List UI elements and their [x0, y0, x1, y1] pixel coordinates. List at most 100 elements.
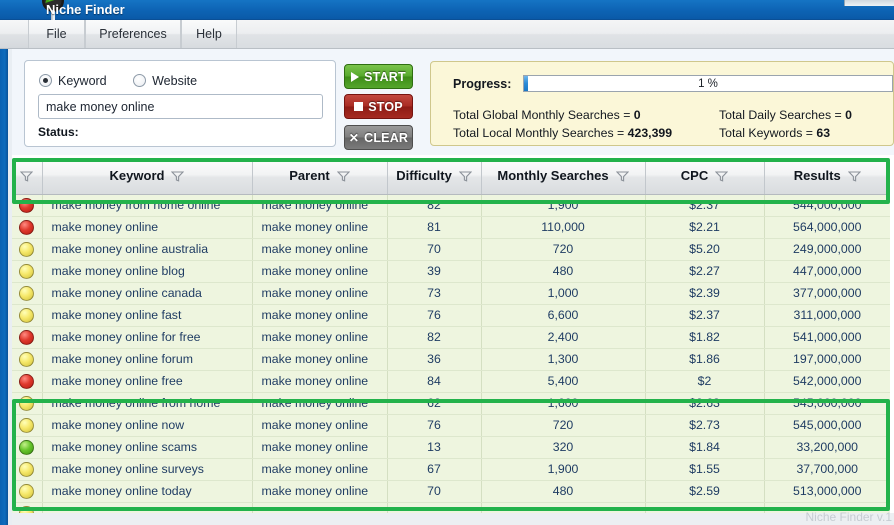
menu-item-help[interactable]: Help [181, 20, 237, 48]
difficulty-indicator-dot-icon [12, 458, 43, 481]
column-header-results[interactable]: Results [764, 158, 890, 195]
table-row[interactable]: make money from home online make money on… [12, 194, 890, 217]
dot-green-icon [19, 439, 35, 455]
cell-parent: make money online [252, 480, 388, 503]
cell-keyword: make money online blog [42, 260, 253, 283]
cell-results: 544,000,000 [764, 194, 890, 217]
start-button[interactable]: START [344, 64, 413, 89]
table-row[interactable]: make money online today make money online… [12, 480, 890, 503]
cell-results: 545,000,000 [764, 414, 890, 437]
results-table: Keyword Parent Difficulty Monthly Search… [12, 158, 890, 525]
play-icon [351, 71, 360, 82]
table-row[interactable]: make money online forum make money online… [12, 348, 890, 371]
difficulty-indicator-dot-icon [12, 348, 43, 371]
column-header-monthly-searches[interactable]: Monthly Searches [481, 158, 646, 195]
cell-cpc: $2.39 [645, 282, 765, 305]
filter-icon-cpc[interactable] [714, 170, 729, 182]
window-left-frame [0, 20, 8, 525]
cell-results: 249,000,000 [764, 238, 890, 261]
cell-cpc: $2 [645, 370, 765, 393]
menu-bar-left-pad [0, 20, 20, 48]
filter-icon-parent[interactable] [336, 170, 351, 182]
progress-bar: 1 % [523, 75, 893, 92]
column-header-parent[interactable]: Parent [252, 158, 388, 195]
cell-monthly-searches: 5,400 [481, 370, 646, 393]
table-row[interactable]: make money online australia make money on… [12, 238, 890, 261]
cell-cpc: $2.37 [645, 194, 765, 217]
cell-difficulty: 39 [387, 260, 482, 283]
stat-value-local: 423,399 [627, 126, 673, 140]
cell-results: 545,000,000 [764, 392, 890, 415]
filter-icon-indicator[interactable] [19, 170, 34, 182]
cell-difficulty: 70 [387, 238, 482, 261]
close-x-icon: ✕ [348, 130, 360, 145]
filter-icon-keyword[interactable] [171, 170, 185, 182]
cell-cpc: $1.82 [645, 326, 765, 349]
cell-results: 447,000,000 [764, 260, 890, 283]
cell-monthly-searches: 720 [481, 238, 646, 261]
search-mode-group: Keyword Website [39, 72, 219, 90]
dot-yellow-icon [19, 461, 35, 477]
cell-parent: make money online [252, 216, 388, 239]
radio-keyword[interactable]: Keyword [39, 72, 107, 90]
table-row[interactable]: make money online canada make money onlin… [12, 282, 890, 305]
dot-red-icon [19, 197, 35, 213]
table-row[interactable]: make money online for free make money onl… [12, 326, 890, 349]
column-header-indicator[interactable] [12, 158, 43, 195]
table-row[interactable]: make money online blog make money online 3… [12, 260, 890, 283]
radio-website-label: Website [152, 74, 198, 88]
table-row[interactable]: make money online from home make money on… [12, 392, 890, 415]
difficulty-indicator-dot-icon [12, 194, 43, 217]
difficulty-indicator-dot-icon [12, 260, 43, 283]
cell-keyword: make money online [42, 216, 253, 239]
cell-results: 541,000,000 [764, 326, 890, 349]
cell-difficulty: 76 [387, 414, 482, 437]
column-header-difficulty[interactable]: Difficulty [387, 158, 482, 195]
radio-website-dot-icon [133, 74, 147, 87]
stop-square-icon [354, 102, 364, 111]
table-row[interactable]: make money online fast make money online 7… [12, 304, 890, 327]
menu-item-preferences[interactable]: Preferences [85, 20, 181, 48]
table-row[interactable]: make money online make money online 81 110,… [12, 216, 890, 239]
dot-yellow-icon [19, 417, 35, 433]
radio-website[interactable]: Website [133, 72, 197, 90]
cell-difficulty: 73 [387, 282, 482, 305]
table-row[interactable]: make money online surveys make money onli… [12, 458, 890, 481]
cell-difficulty: 67 [387, 458, 482, 481]
cell-monthly-searches: 110,000 [481, 216, 646, 239]
cell-difficulty: 13 [387, 436, 482, 459]
keyword-input[interactable] [38, 94, 323, 119]
cell-parent: make money online [252, 370, 388, 393]
stop-button[interactable]: STOP [344, 94, 413, 119]
menu-item-file[interactable]: File [28, 20, 85, 48]
results-table-container[interactable]: Keyword Parent Difficulty Monthly Search… [12, 158, 894, 525]
radio-keyword-label: Keyword [58, 74, 107, 88]
results-table-head: Keyword Parent Difficulty Monthly Search… [12, 158, 890, 195]
table-row[interactable]: make money online now make money online 76… [12, 414, 890, 437]
dot-yellow-icon [19, 285, 35, 301]
cell-parent: make money online [252, 238, 388, 261]
stat-total-daily-searches: Total Daily Searches = 0 [719, 108, 852, 122]
progress-percent-text: 1 % [698, 78, 718, 90]
filter-icon-difficulty[interactable] [458, 170, 473, 182]
cell-monthly-searches: 6,600 [481, 304, 646, 327]
cell-cpc: $1.55 [645, 458, 765, 481]
table-row[interactable]: make money online free make money online 8… [12, 370, 890, 393]
table-row[interactable]: make money online scams make money online… [12, 436, 890, 459]
cell-parent: make money online [252, 348, 388, 371]
progress-panel: Progress: 1 % Total Global Monthly Searc… [430, 61, 894, 146]
column-header-keyword[interactable]: Keyword [42, 158, 253, 195]
column-header-monthly-searches-label: Monthly Searches [497, 168, 609, 184]
cell-difficulty: 82 [387, 194, 482, 217]
difficulty-indicator-dot-icon [12, 304, 43, 327]
filter-icon-results[interactable] [847, 170, 862, 182]
cell-monthly-searches: 2,400 [481, 326, 646, 349]
cell-parent: make money online [252, 458, 388, 481]
cell-results: 33,200,000 [764, 436, 890, 459]
column-header-cpc[interactable]: CPC [645, 158, 765, 195]
dot-red-icon [19, 373, 35, 389]
clear-button[interactable]: ✕ CLEAR [344, 125, 413, 150]
filter-icon-monthly-searches[interactable] [615, 170, 629, 182]
window-controls-strip[interactable] [844, 0, 894, 6]
cell-cpc: $2.73 [645, 414, 765, 437]
